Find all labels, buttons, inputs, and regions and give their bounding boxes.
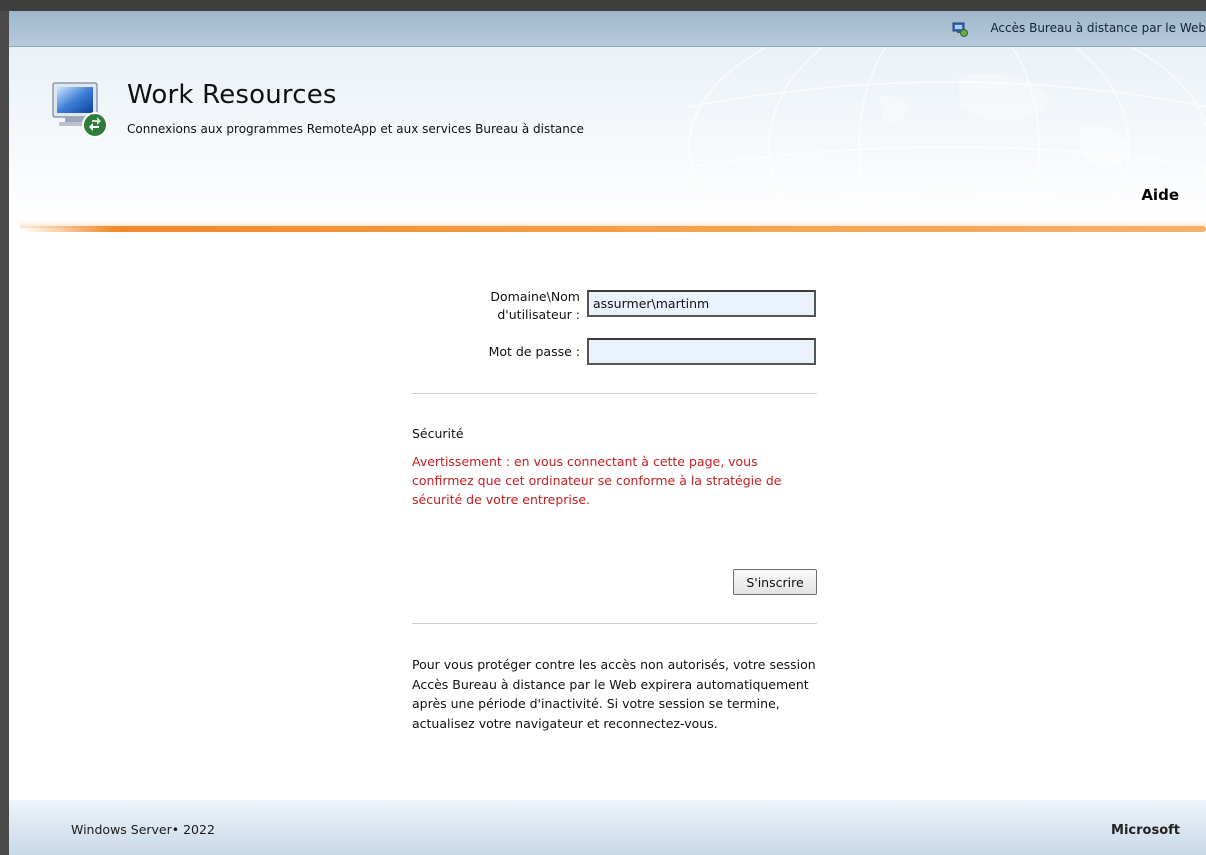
- password-label: Mot de passe :: [488, 344, 580, 359]
- username-input[interactable]: [587, 290, 816, 317]
- help-link[interactable]: Aide: [1141, 186, 1179, 204]
- globe-background-graphic: [688, 47, 1206, 227]
- signin-button[interactable]: S'inscrire: [733, 569, 817, 595]
- page-subtitle: Connexions aux programmes RemoteApp et a…: [127, 122, 584, 136]
- window-frame-top: [0, 0, 1206, 11]
- divider: [412, 393, 817, 394]
- rdweb-top-link[interactable]: Accès Bureau à distance par le Web: [990, 11, 1206, 46]
- page-title: Work Resources: [127, 80, 337, 110]
- window-frame-left: [0, 0, 9, 855]
- page-footer: Windows Server• 2022 Microsoft: [9, 800, 1206, 855]
- security-title: Sécurité: [412, 426, 464, 441]
- session-timeout-notice: Pour vous protéger contre les accès non …: [412, 657, 816, 731]
- remote-desktop-logo-icon: [52, 82, 108, 138]
- password-input[interactable]: [587, 338, 816, 365]
- windows-server-logo: Windows Server• 2022: [71, 822, 215, 837]
- header-divider: [20, 226, 1206, 232]
- microsoft-logo: Microsoft: [1111, 823, 1180, 838]
- security-warning: Avertissement : en vous connectant à cet…: [412, 454, 782, 507]
- divider: [412, 623, 817, 624]
- username-label: Domaine\Nom d'utilisateur :: [490, 289, 580, 322]
- rdweb-icon: [952, 22, 968, 37]
- page-header: Work Resources Connexions aux programmes…: [9, 47, 1206, 227]
- top-bar: Accès Bureau à distance par le Web: [9, 11, 1206, 47]
